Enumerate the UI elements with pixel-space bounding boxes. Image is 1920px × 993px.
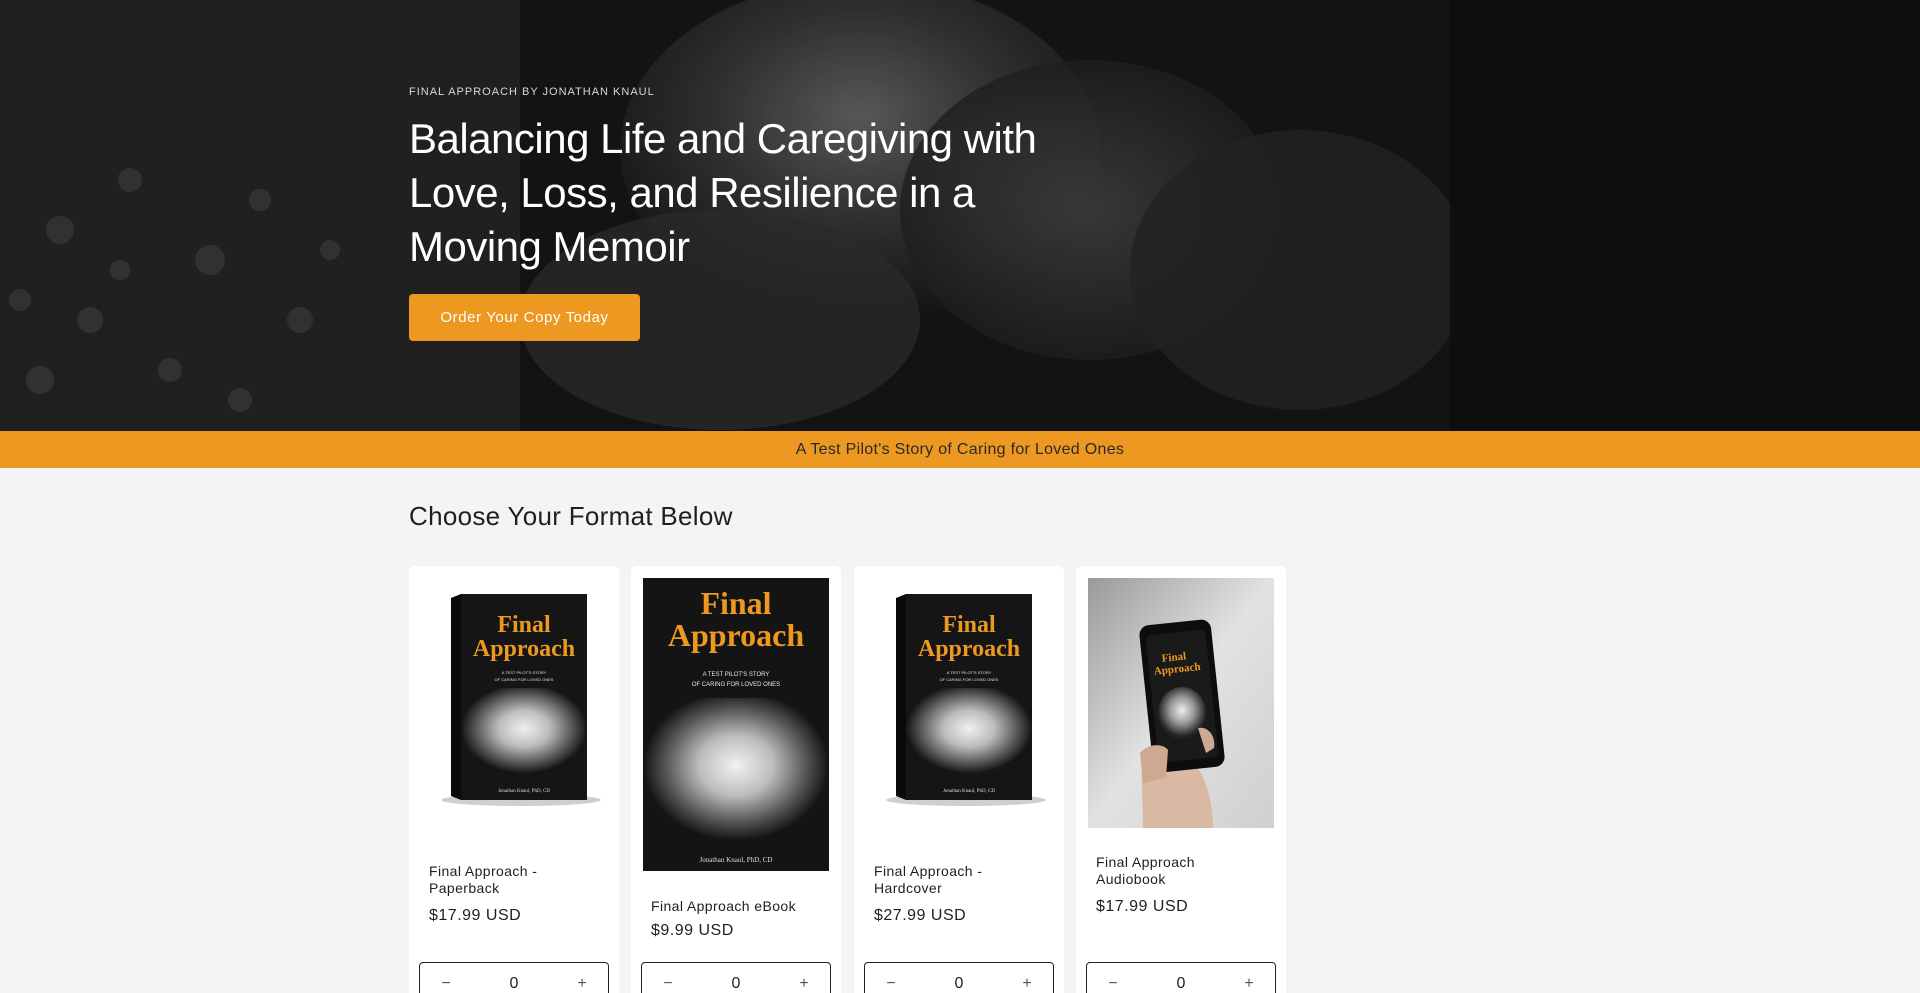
ebook-image: Final Approach A TEST PILOT'S STORY OF C… bbox=[643, 578, 829, 871]
decrement-button[interactable]: − bbox=[436, 975, 456, 993]
hardcover-cover-sub-2: OF CARING FOR LOVED ONES bbox=[940, 677, 999, 682]
product-card-ebook[interactable]: Final Approach A TEST PILOT'S STORY OF C… bbox=[631, 566, 841, 993]
product-price: $9.99 USD bbox=[651, 922, 734, 939]
hero-content: FINAL APPROACH BY JONATHAN KNAUL Balanci… bbox=[409, 86, 1089, 274]
order-copy-button[interactable]: Order Your Copy Today bbox=[409, 294, 640, 341]
product-name[interactable]: Final Approach Audiobook bbox=[1096, 854, 1246, 888]
audiobook-image: Final Approach bbox=[1088, 578, 1274, 828]
hero-title: Balancing Life and Caregiving with Love,… bbox=[409, 115, 1037, 270]
ebook-cover-sub-1: A TEST PILOT'S STORY bbox=[703, 672, 770, 678]
paperback-cover-author: Jonathan Knaul, PhD, CD bbox=[498, 789, 550, 794]
quantity-input[interactable] bbox=[929, 975, 989, 993]
quantity-input[interactable] bbox=[706, 975, 766, 993]
quantity-stepper: − + bbox=[419, 962, 609, 993]
product-name[interactable]: Final Approach - Hardcover bbox=[874, 863, 1044, 897]
ebook-cover-title-1: Final bbox=[700, 585, 771, 621]
paperback-image: Final Approach A TEST PILOT'S STORY OF C… bbox=[421, 578, 607, 814]
paperback-cover-title-1: Final bbox=[497, 612, 551, 638]
product-card-hardcover[interactable]: Final Approach A TEST PILOT'S STORY OF C… bbox=[854, 566, 1064, 993]
decrement-button[interactable]: − bbox=[658, 975, 678, 993]
product-card-paperback[interactable]: Final Approach A TEST PILOT'S STORY OF C… bbox=[409, 566, 619, 993]
ebook-cover-sub-2: OF CARING FOR LOVED ONES bbox=[692, 682, 780, 688]
quantity-input[interactable] bbox=[484, 975, 544, 993]
ebook-cover-title-2: Approach bbox=[668, 617, 805, 653]
product-name[interactable]: Final Approach eBook bbox=[651, 898, 821, 915]
announcement-bar: A Test Pilot's Story of Caring for Loved… bbox=[0, 431, 1920, 468]
book-3d-cover-icon[interactable]: Final Approach A TEST PILOT'S STORY OF C… bbox=[421, 578, 607, 814]
ebook-cover-author: Jonathan Knaul, PhD, CD bbox=[700, 856, 773, 864]
product-price: $27.99 USD bbox=[874, 907, 967, 924]
increment-button[interactable]: + bbox=[1017, 975, 1037, 993]
hardcover-cover-author: Jonathan Knaul, PhD, CD bbox=[943, 789, 995, 794]
hardcover-cover-title-2: Approach bbox=[918, 636, 1020, 662]
quantity-stepper: − + bbox=[864, 962, 1054, 993]
ebook-flat-cover-icon[interactable]: Final Approach A TEST PILOT'S STORY OF C… bbox=[643, 578, 829, 871]
book-3d-cover-icon[interactable]: Final Approach A TEST PILOT'S STORY OF C… bbox=[866, 578, 1052, 814]
quantity-input[interactable] bbox=[1151, 975, 1211, 993]
hardcover-image: Final Approach A TEST PILOT'S STORY OF C… bbox=[866, 578, 1052, 814]
phone-in-hand-icon[interactable]: Final Approach bbox=[1088, 578, 1274, 828]
quantity-stepper: − + bbox=[1086, 962, 1276, 993]
decrement-button[interactable]: − bbox=[881, 975, 901, 993]
hero-banner: FINAL APPROACH BY JONATHAN KNAUL Balanci… bbox=[0, 0, 1920, 431]
quantity-stepper: − + bbox=[641, 962, 831, 993]
product-price: $17.99 USD bbox=[1096, 898, 1189, 915]
increment-button[interactable]: + bbox=[572, 975, 592, 993]
hero-eyebrow: FINAL APPROACH BY JONATHAN KNAUL bbox=[409, 86, 655, 98]
product-price: $17.99 USD bbox=[429, 907, 522, 924]
announcement-text: A Test Pilot's Story of Caring for Loved… bbox=[795, 440, 1125, 458]
increment-button[interactable]: + bbox=[1239, 975, 1259, 993]
paperback-cover-sub-2: OF CARING FOR LOVED ONES bbox=[495, 677, 554, 682]
product-name[interactable]: Final Approach - Paperback bbox=[429, 863, 599, 897]
paperback-cover-sub-1: A TEST PILOT'S STORY bbox=[502, 670, 547, 675]
hardcover-cover-sub-1: A TEST PILOT'S STORY bbox=[947, 670, 992, 675]
increment-button[interactable]: + bbox=[794, 975, 814, 993]
decrement-button[interactable]: − bbox=[1103, 975, 1123, 993]
section-title: Choose Your Format Below bbox=[409, 501, 733, 531]
product-card-audiobook[interactable]: Final Approach Final Approach Audiobook … bbox=[1076, 566, 1286, 993]
hardcover-cover-title-1: Final bbox=[942, 612, 996, 638]
paperback-cover-title-2: Approach bbox=[473, 636, 575, 662]
